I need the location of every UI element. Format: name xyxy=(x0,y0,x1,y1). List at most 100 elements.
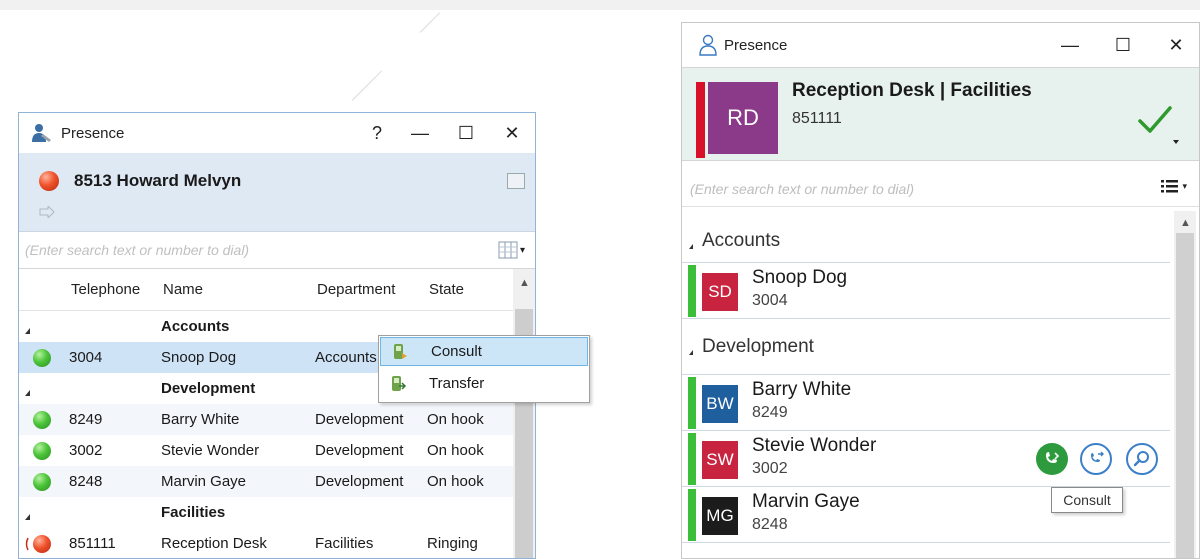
collapse-triangle-icon[interactable] xyxy=(25,390,30,396)
menu-item-label: Transfer xyxy=(429,375,485,392)
table-row[interactable]: 8248 Marvin Gaye Development On hook xyxy=(19,466,513,497)
maximize-button[interactable]: ☐ xyxy=(443,113,489,153)
collapse-triangle-icon[interactable] xyxy=(689,244,693,249)
menu-item-transfer[interactable]: Transfer xyxy=(379,368,589,399)
transfer-phone-icon xyxy=(379,375,419,393)
list-item[interactable]: BW Barry White 8249 xyxy=(682,375,1170,431)
avatar: SD xyxy=(702,273,738,311)
status-indicator xyxy=(33,535,51,553)
current-user-panel xyxy=(19,153,535,231)
cell-state: On hook xyxy=(427,473,484,490)
minimize-button[interactable]: — xyxy=(397,113,443,153)
presence-grid: Telephone Name Department State Accounts… xyxy=(19,269,513,558)
window-title: Presence xyxy=(724,36,788,54)
available-check-icon[interactable] xyxy=(1137,104,1173,136)
view-options-button[interactable]: ▾ xyxy=(1161,179,1187,193)
scroll-up-icon[interactable]: ▲ xyxy=(519,277,530,289)
group-header-development[interactable]: Development xyxy=(682,319,1170,375)
search-icon xyxy=(1133,451,1149,467)
presence-bar xyxy=(688,433,696,485)
column-header-name[interactable]: Name xyxy=(157,281,311,298)
chevron-down-icon: ▾ xyxy=(519,244,525,256)
contact-card-icon[interactable] xyxy=(507,173,525,189)
search-bar: ▾ xyxy=(682,171,1199,207)
contact-name: Snoop Dog xyxy=(752,267,848,288)
column-header-telephone[interactable]: Telephone xyxy=(65,281,157,298)
current-user-name: 8513 Howard Melvyn xyxy=(74,171,242,190)
cell-name: Snoop Dog xyxy=(161,349,237,366)
list-item[interactable]: SW Stevie Wonder 3002 xyxy=(682,431,1170,487)
list-item[interactable]: SD Snoop Dog 3004 xyxy=(682,263,1170,319)
table-row[interactable]: 851111 Reception Desk Facilities Ringing xyxy=(19,528,513,558)
person-icon xyxy=(699,34,717,56)
transfer-icon xyxy=(1091,451,1104,462)
vertical-scrollbar[interactable]: ▲ xyxy=(513,269,535,558)
user-status-bar xyxy=(696,82,705,158)
contact-extension: 3004 xyxy=(752,292,788,309)
search-input[interactable] xyxy=(25,242,465,258)
cell-state: On hook xyxy=(427,411,484,428)
column-chooser-button[interactable]: ▾ xyxy=(498,241,525,259)
table-row[interactable]: 8249 Barry White Development On hook xyxy=(19,404,513,435)
minimize-button[interactable]: — xyxy=(1047,25,1093,65)
decorative-line xyxy=(419,12,441,33)
ringing-phone-icon xyxy=(25,537,29,551)
status-indicator xyxy=(33,473,51,491)
cell-department: Facilities xyxy=(315,535,374,552)
cell-state: On hook xyxy=(427,442,484,459)
presence-bar xyxy=(688,489,696,541)
status-indicator xyxy=(33,411,51,429)
title-bar[interactable]: Presence — ☐ ✕ xyxy=(682,23,1199,67)
vertical-scrollbar[interactable]: ▲ xyxy=(1174,211,1196,558)
cell-name: Reception Desk xyxy=(161,535,267,552)
table-row[interactable]: 3002 Stevie Wonder Development On hook xyxy=(19,435,513,466)
status-dropdown-icon[interactable] xyxy=(1173,140,1179,144)
transfer-button[interactable] xyxy=(1080,443,1112,475)
collapse-triangle-icon[interactable] xyxy=(25,328,30,334)
column-header-department[interactable]: Department xyxy=(311,281,423,298)
cell-name: Stevie Wonder xyxy=(161,442,260,459)
menu-item-consult[interactable]: Consult xyxy=(380,337,588,366)
cell-name: Barry White xyxy=(161,411,240,428)
grid-header: Telephone Name Department State xyxy=(19,269,513,311)
cell-department: Development xyxy=(315,411,404,428)
current-user-card: RD Reception Desk | Facilities 851111 xyxy=(682,67,1199,161)
consult-icon xyxy=(1046,452,1060,463)
contact-name: Marvin Gaye xyxy=(752,491,860,512)
cell-telephone: 3002 xyxy=(69,442,103,459)
collapse-triangle-icon[interactable] xyxy=(25,514,30,520)
maximize-button[interactable]: ☐ xyxy=(1093,25,1153,65)
cell-state: Ringing xyxy=(427,535,478,552)
forward-arrow-icon[interactable] xyxy=(39,204,55,220)
chevron-down-icon: ▾ xyxy=(1182,180,1187,191)
list-icon xyxy=(1161,180,1179,193)
consult-button[interactable] xyxy=(1036,443,1068,475)
scroll-up-icon[interactable]: ▲ xyxy=(1180,217,1191,229)
user-status-indicator[interactable] xyxy=(39,171,59,191)
tooltip: Consult xyxy=(1051,487,1123,513)
scrollbar-thumb[interactable] xyxy=(1176,233,1194,558)
group-header-accounts[interactable]: Accounts xyxy=(682,219,1170,263)
contact-extension: 3002 xyxy=(752,460,788,477)
close-button[interactable]: ✕ xyxy=(1153,25,1199,65)
context-menu: Consult Transfer xyxy=(378,335,590,403)
collapse-triangle-icon[interactable] xyxy=(689,350,693,355)
title-bar[interactable]: Presence ? — ☐ ✕ xyxy=(19,113,535,153)
group-label: Accounts xyxy=(161,318,230,335)
search-button[interactable] xyxy=(1126,443,1158,475)
decorative-line xyxy=(351,70,383,101)
cell-telephone: 851111 xyxy=(69,535,116,552)
search-bar: ▾ xyxy=(19,231,535,269)
help-button[interactable]: ? xyxy=(357,113,397,153)
close-button[interactable]: ✕ xyxy=(489,113,535,153)
current-user-name: Reception Desk | Facilities xyxy=(792,80,1032,101)
group-row-facilities[interactable]: Facilities xyxy=(19,497,513,528)
cell-telephone: 3004 xyxy=(69,349,103,366)
avatar: BW xyxy=(702,385,738,423)
presence-window-modern: Presence — ☐ ✕ RD Reception Desk | Facil… xyxy=(681,22,1200,559)
top-band xyxy=(0,0,1200,10)
presence-app-icon xyxy=(29,120,55,146)
column-header-state[interactable]: State xyxy=(423,281,513,298)
search-input[interactable] xyxy=(690,180,1110,197)
avatar[interactable]: RD xyxy=(708,82,778,154)
